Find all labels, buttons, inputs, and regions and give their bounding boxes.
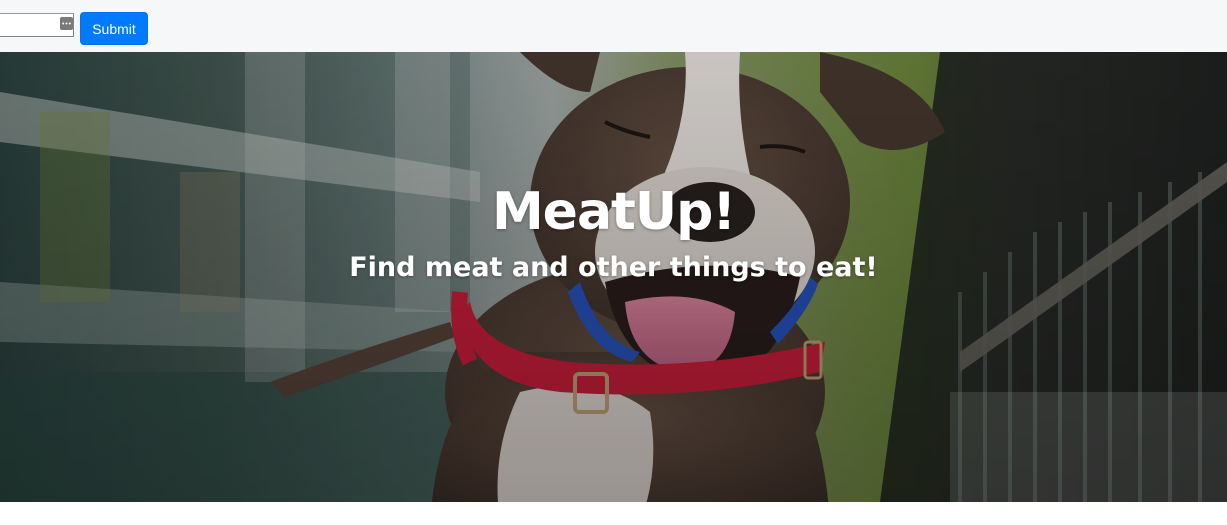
page-bottom [0, 502, 1227, 525]
hero-banner: MeatUp! Find meat and other things to ea… [0, 52, 1227, 502]
password-dots-icon[interactable] [60, 17, 73, 30]
submit-button[interactable]: Submit [80, 12, 148, 45]
hero-subtitle: Find meat and other things to eat! [349, 252, 878, 283]
top-toolbar: Submit [0, 0, 1227, 52]
hero-title: MeatUp! [491, 182, 736, 242]
